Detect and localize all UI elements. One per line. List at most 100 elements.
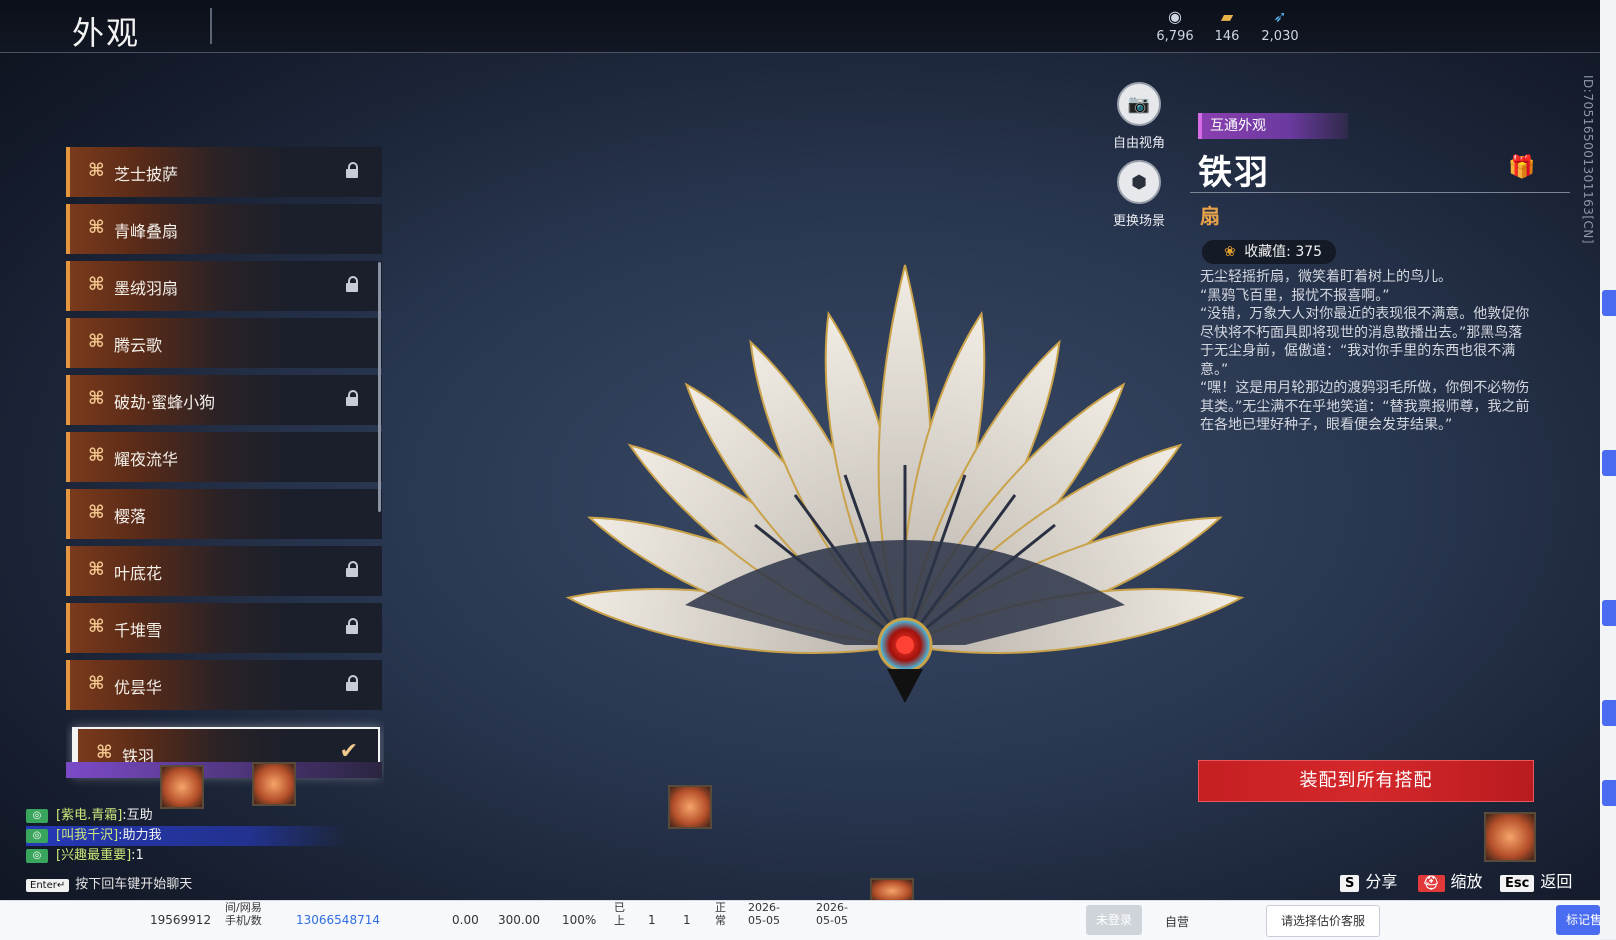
item-name: 优昙华: [114, 678, 163, 697]
chat-text: :助力我: [118, 828, 162, 843]
key-s: S: [1340, 875, 1360, 892]
rarity-icon: ⌘: [88, 274, 105, 295]
side-tab[interactable]: [1602, 700, 1616, 726]
row-channel-line: 手机/数: [225, 914, 262, 927]
chat-channel-icon: ◎: [26, 809, 48, 823]
item-name: 千堆雪: [114, 621, 163, 640]
list-item[interactable]: ⌘ 青峰叠扇: [66, 204, 382, 254]
list-item[interactable]: ⌘ 千堆雪: [66, 603, 382, 653]
row-state-line: 正: [715, 901, 726, 914]
free-view-button[interactable]: 📷 自由视角: [1099, 82, 1179, 151]
row-status: 已 上: [614, 901, 625, 927]
item-name: 腾云歌: [114, 336, 163, 355]
cube-icon: ⬢: [1117, 160, 1161, 204]
lantern-decoration: [1484, 812, 1536, 862]
row-date-line: 05-05: [748, 914, 780, 927]
title-separator: [210, 8, 212, 44]
coin-icon: ◉: [1168, 7, 1182, 26]
rarity-icon: ⌘: [88, 217, 105, 238]
collect-icon: ❀: [1224, 244, 1236, 260]
side-tab[interactable]: [1602, 780, 1616, 806]
rarity-icon: ⌘: [88, 502, 105, 523]
rarity-icon: ⌘: [88, 388, 105, 409]
side-tab[interactable]: [1602, 290, 1616, 316]
lantern-decoration: [870, 878, 914, 900]
game-viewport: 外观 ◉ 6,796 ▰ 146 ➶ 2,030 ID:705165001301…: [0, 0, 1600, 900]
item-name: 芝士披萨: [114, 165, 179, 184]
list-item[interactable]: ⌘ 耀夜流华: [66, 432, 382, 482]
row-date-line: 2026-: [748, 901, 780, 914]
zoom-button[interactable]: ⛑ 缩放: [1418, 868, 1483, 892]
rarity-icon: ⌘: [88, 616, 105, 637]
row-date: 2026- 05-05: [816, 901, 848, 927]
select-appraiser-dropdown[interactable]: 请选择估价客服: [1266, 905, 1381, 937]
back-label: 返回: [1540, 872, 1573, 891]
list-item[interactable]: ⌘ 腾云歌: [66, 318, 382, 368]
gift-icon[interactable]: 🎁: [1508, 155, 1535, 180]
share-label: 分享: [1365, 872, 1398, 891]
row-status-line: 已: [614, 901, 625, 914]
list-scrollbar[interactable]: [378, 262, 381, 512]
fan-feathers: [565, 264, 1245, 703]
list-item[interactable]: ⌘ 樱落: [66, 489, 382, 539]
item-name: 墨绒羽扇: [114, 279, 179, 298]
list-item[interactable]: ⌘ 破劫·蜜蜂小狗: [66, 375, 382, 425]
background-page-strip: [1600, 0, 1616, 939]
row-status-line: 上: [614, 914, 625, 927]
item-description: 无尘轻摇折扇，微笑着盯着树上的鸟儿。 “黑鸦飞百里，报忧不报喜啊。” “没错，万…: [1200, 268, 1534, 435]
list-item[interactable]: ⌘ 优昙华: [66, 660, 382, 710]
rarity-icon: ⌘: [88, 331, 105, 352]
lock-icon: [346, 162, 358, 178]
rarity-icon: ⌘: [96, 742, 113, 763]
share-button[interactable]: S 分享: [1340, 868, 1397, 892]
check-icon: ✔: [339, 739, 358, 764]
row-date: 2026- 05-05: [748, 901, 780, 927]
row-channel-line: 间/网易: [225, 901, 262, 914]
description-paragraph: “嘿！这是用月轮那边的渡鸦羽毛所做，你倒不必物伤其类。”无尘满不在乎地笑道：“替…: [1200, 380, 1530, 433]
chat-sender[interactable]: [紫电.青霜]: [56, 808, 122, 823]
free-view-label: 自由视角: [1112, 136, 1165, 151]
camera-icon: 📷: [1117, 82, 1161, 126]
top-bar: 外观 ◉ 6,796 ▰ 146 ➶ 2,030: [0, 0, 1600, 53]
row-value: 300.00: [498, 913, 540, 927]
row-phone-link[interactable]: 13066548714: [296, 913, 380, 927]
chat-text: :互助: [122, 808, 153, 823]
row-state-line: 常: [715, 914, 726, 927]
row-date-line: 2026-: [816, 901, 848, 914]
equip-all-button[interactable]: 装配到所有搭配: [1198, 760, 1534, 802]
chat-line: ◎ [叫我千沢]:助力我: [26, 826, 346, 846]
row-channel: 间/网易 手机/数: [225, 901, 262, 927]
mark-aftersale-button[interactable]: 标记售后: [1556, 905, 1600, 935]
chat-line: ◎ [兴趣最重要]:1: [26, 846, 346, 866]
row-percent: 100%: [562, 913, 597, 927]
collect-value: 收藏值: 375: [1244, 244, 1323, 260]
lock-icon: [346, 618, 358, 634]
back-button[interactable]: Esc 返回: [1500, 868, 1572, 892]
chat-sender[interactable]: [叫我千沢]: [56, 828, 118, 843]
currency-coin: ◉ 6,796: [1145, 7, 1205, 45]
fan-artwork: [565, 264, 1245, 703]
chat-input-hint[interactable]: Enter↵ 按下回车键开始聊天: [26, 873, 192, 892]
chat-sender[interactable]: [兴趣最重要]: [56, 848, 131, 863]
list-item-partial[interactable]: [66, 762, 382, 778]
lantern-decoration: [252, 762, 296, 806]
lock-icon: [346, 675, 358, 691]
login-status-button[interactable]: 未登录: [1086, 905, 1143, 935]
change-scene-button[interactable]: ⬢ 更换场景: [1099, 160, 1179, 229]
rarity-icon: ⌘: [88, 445, 105, 466]
chat-line: ◎ [紫电.青霜]:互助: [26, 806, 346, 826]
list-item[interactable]: ⌘ 芝士披萨: [66, 147, 382, 197]
lantern-decoration: [160, 765, 204, 809]
chat-text: :1: [131, 848, 144, 863]
collect-value-badge: ❀ 收藏值: 375: [1202, 240, 1337, 264]
title-divider: [1190, 192, 1570, 193]
item-name: 樱落: [114, 507, 147, 526]
currency-ticket: ▰ 146: [1197, 7, 1257, 45]
row-id: 19569912: [150, 913, 212, 927]
chat-box: ◎ [紫电.青霜]:互助 ◎ [叫我千沢]:助力我 ◎ [兴趣最重要]:1: [26, 806, 346, 866]
list-item[interactable]: ⌘ 叶底花: [66, 546, 382, 596]
side-tab[interactable]: [1602, 600, 1616, 626]
list-item[interactable]: ⌘ 墨绒羽扇: [66, 261, 382, 311]
side-tab[interactable]: [1602, 450, 1616, 476]
ticket-icon: ▰: [1220, 7, 1234, 26]
